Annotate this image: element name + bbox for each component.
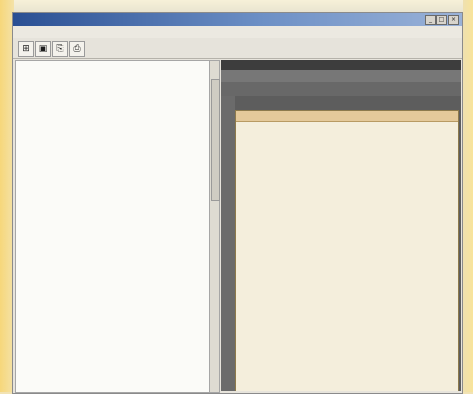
copy-icon: ⎘	[56, 44, 64, 54]
save-icon: ▣	[38, 44, 48, 54]
open-button[interactable]: ⊞	[18, 41, 34, 57]
report-left-strip	[221, 96, 235, 391]
open-icon: ⊞	[22, 44, 30, 54]
application-window: _ □ × ⊞ ▣ ⎘ ⎙	[12, 12, 463, 394]
photo-right-margin	[463, 0, 473, 392]
report-gap	[221, 82, 461, 96]
toolbar: ⊞ ▣ ⎘ ⎙	[13, 38, 462, 59]
maximize-button[interactable]: □	[436, 15, 447, 25]
save-button[interactable]: ▣	[35, 41, 51, 57]
report-pane-header	[221, 60, 461, 70]
title-bar[interactable]: _ □ ×	[13, 13, 462, 26]
print-button[interactable]: ⎙	[69, 41, 85, 57]
tree-view[interactable]	[15, 60, 210, 393]
report-column-bar	[221, 70, 461, 82]
report-pane	[221, 60, 461, 391]
close-button[interactable]: ×	[448, 15, 459, 25]
tree-scrollbar[interactable]	[209, 60, 220, 393]
copy-button[interactable]: ⎘	[52, 41, 68, 57]
print-icon: ⎙	[73, 44, 81, 54]
tree-scrollbar-thumb[interactable]	[211, 79, 220, 201]
photo-top-margin	[0, 0, 473, 12]
report-page	[235, 110, 459, 391]
minimize-button[interactable]: _	[425, 15, 436, 25]
report-page-header	[236, 111, 458, 122]
menu-bar	[13, 26, 462, 38]
